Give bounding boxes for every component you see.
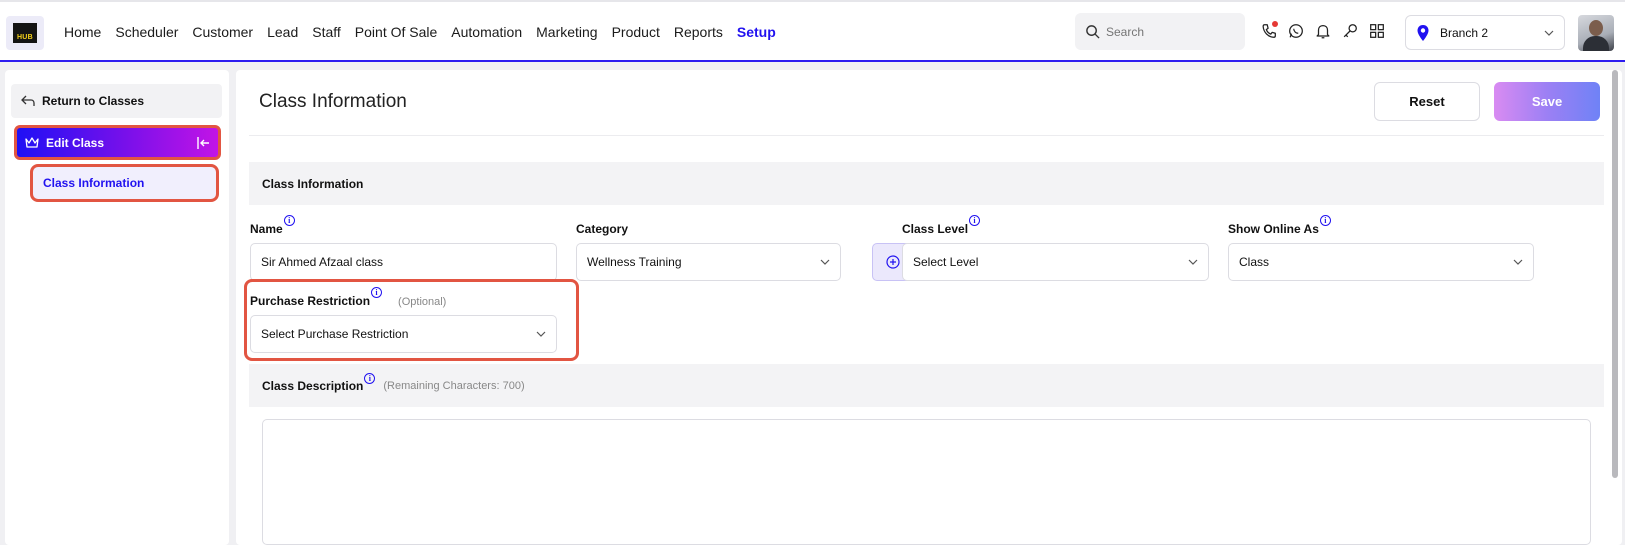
description-label: Class Description <box>262 378 364 393</box>
class-level-select[interactable]: Select Level <box>902 243 1209 281</box>
info-icon[interactable]: i <box>969 215 981 226</box>
sidebar-section-edit-class[interactable]: Edit Class <box>14 125 221 160</box>
notification-dot <box>1272 21 1278 27</box>
divider <box>249 135 1604 136</box>
crown-icon <box>25 136 39 148</box>
chevron-down-icon <box>820 259 830 265</box>
show-online-as-label: Show Online Asi <box>1228 215 1331 236</box>
plus-circle-icon <box>885 255 900 269</box>
name-field[interactable]: Sir Ahmed Afzaal class <box>250 243 557 281</box>
nav-marketing[interactable]: Marketing <box>536 24 597 40</box>
grid-icon[interactable] <box>1368 22 1386 40</box>
nav-point-of-sale[interactable]: Point Of Sale <box>355 24 438 40</box>
purchase-restriction-select[interactable]: Select Purchase Restriction <box>250 315 557 353</box>
header-actions <box>1260 21 1386 40</box>
top-navigation-bar: HUB Home Scheduler Customer Lead Staff P… <box>0 0 1625 62</box>
remaining-characters: (Remaining Characters: 700) <box>383 379 525 392</box>
info-icon[interactable]: i <box>1319 215 1331 226</box>
category-label: Category <box>576 222 629 236</box>
key-icon[interactable] <box>1341 22 1359 40</box>
return-label: Return to Classes <box>42 94 145 108</box>
info-icon[interactable]: i <box>364 373 376 384</box>
branch-label: Branch 2 <box>1440 25 1489 40</box>
info-icon[interactable]: i <box>283 215 295 226</box>
global-search[interactable] <box>1075 13 1245 50</box>
class-level-label: Class Leveli <box>902 215 981 236</box>
reset-button[interactable]: Reset <box>1374 82 1480 121</box>
nav-reports[interactable]: Reports <box>674 24 723 40</box>
chevron-down-icon <box>536 331 546 337</box>
nav-lead[interactable]: Lead <box>267 24 298 40</box>
nav-automation[interactable]: Automation <box>451 24 522 40</box>
main-panel: Class Information Reset Save Class Infor… <box>236 70 1622 545</box>
description-header: Class Description i (Remaining Characters:… <box>249 364 1604 407</box>
save-button[interactable]: Save <box>1494 82 1600 121</box>
search-input[interactable] <box>1106 24 1226 39</box>
show-online-as-select[interactable]: Class <box>1228 243 1534 281</box>
section-label: Edit Class <box>46 135 105 150</box>
name-label: Namei <box>250 215 295 236</box>
page-title: Class Information <box>259 91 407 112</box>
class-level-value: Select Level <box>913 255 979 269</box>
info-icon[interactable]: i <box>371 287 383 298</box>
section-header: Class Information <box>249 162 1604 205</box>
whatsapp-icon[interactable] <box>1287 22 1305 40</box>
purchase-restriction-value: Select Purchase Restriction <box>261 327 409 341</box>
nav-product[interactable]: Product <box>612 24 660 40</box>
nav-staff[interactable]: Staff <box>312 24 341 40</box>
return-to-classes-button[interactable]: Return to Classes <box>11 84 222 118</box>
search-icon <box>1086 25 1100 39</box>
purchase-restriction-label: Purchase Restrictioni(Optional) <box>250 287 447 308</box>
location-pin-icon <box>1417 24 1429 41</box>
nav-customer[interactable]: Customer <box>192 24 253 40</box>
return-arrow-icon <box>21 95 35 106</box>
chevron-down-icon <box>1513 259 1523 265</box>
nav-home[interactable]: Home <box>64 24 101 40</box>
sidebar: Return to Classes Edit Class Class Infor… <box>5 70 229 545</box>
main-nav: Home Scheduler Customer Lead Staff Point… <box>64 24 776 40</box>
phone-icon[interactable] <box>1260 21 1278 40</box>
optional-hint: (Optional) <box>398 296 447 308</box>
category-value: Wellness Training <box>587 255 682 269</box>
chevron-down-icon <box>1544 30 1554 36</box>
nav-scheduler[interactable]: Scheduler <box>115 24 178 40</box>
logo-text: HUB <box>13 23 37 43</box>
sidebar-item-class-information[interactable]: Class Information <box>30 164 219 202</box>
category-select[interactable]: Wellness Training <box>576 243 841 281</box>
bell-icon[interactable] <box>1314 22 1332 40</box>
app-logo[interactable]: HUB <box>6 16 44 50</box>
description-textarea[interactable] <box>262 419 1591 545</box>
nav-setup[interactable]: Setup <box>737 24 776 40</box>
show-online-as-value: Class <box>1239 255 1270 269</box>
collapse-sidebar-icon[interactable] <box>196 136 210 150</box>
branch-selector[interactable]: Branch 2 <box>1405 15 1565 50</box>
scrollbar[interactable] <box>1612 70 1618 478</box>
user-avatar[interactable] <box>1578 15 1614 51</box>
chevron-down-icon <box>1188 259 1198 265</box>
name-value: Sir Ahmed Afzaal class <box>261 255 384 269</box>
